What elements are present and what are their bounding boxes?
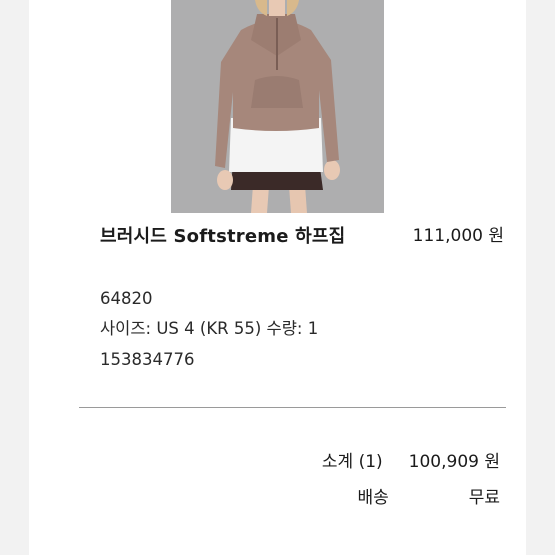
order-detail-card: 브러시드 Softstreme 하프집 111,000 원 64820 사이즈:…: [29, 0, 526, 555]
shipping-label: 배송: [357, 488, 389, 508]
product-price: 111,000 원: [412, 226, 504, 246]
divider: [79, 407, 506, 408]
subtotal-value: 100,909 원: [408, 452, 500, 472]
subtotal-row: 소계 (1) 100,909 원: [322, 451, 500, 473]
subtotal-label: 소계 (1): [321, 452, 383, 472]
product-options: 사이즈: US 4 (KR 55) 수량: 1: [100, 319, 319, 338]
product-image[interactable]: [171, 0, 384, 213]
product-sku: 64820: [100, 289, 153, 308]
product-code: 153834776: [100, 350, 195, 369]
product-name[interactable]: 브러시드 Softstreme 하프집: [100, 221, 350, 252]
product-photo-illustration: [171, 0, 384, 213]
shipping-value: 무료: [468, 488, 500, 508]
shipping-row: 배송 무료: [357, 487, 500, 509]
